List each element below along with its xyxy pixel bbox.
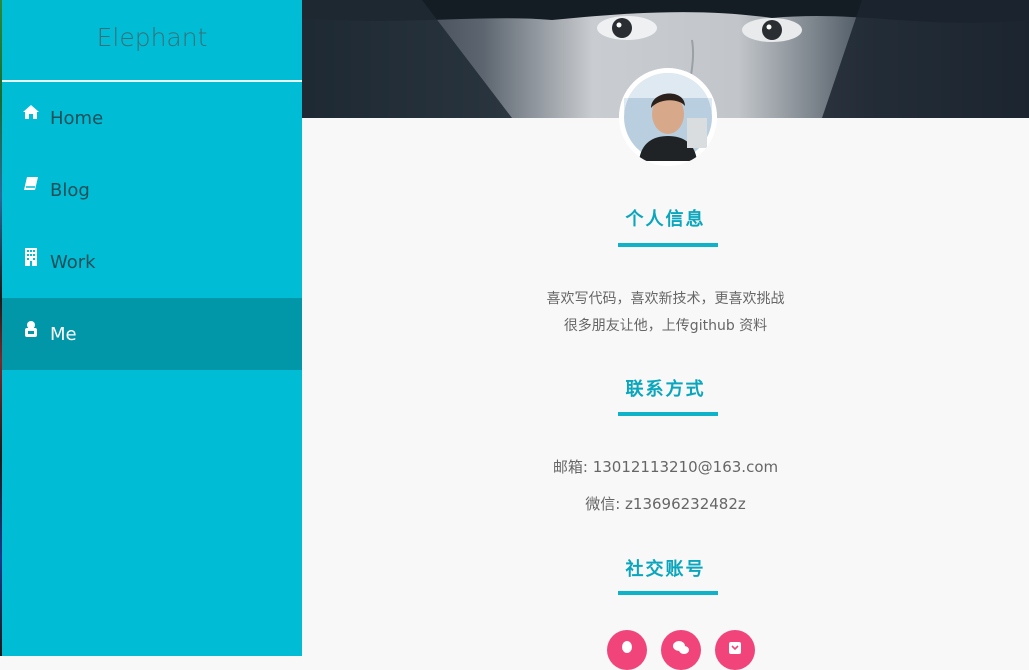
section-title-social: 社交账号	[625, 559, 706, 580]
profile-page: 个人信息 喜欢写代码，喜欢新技术，更喜欢挑战 很多朋友让他，上传github 资…	[302, 0, 1029, 670]
qq-icon	[619, 640, 635, 660]
section-underline	[618, 412, 718, 416]
building-icon	[22, 247, 42, 267]
user-icon	[22, 319, 42, 339]
sidebar-item-blog[interactable]: Blog	[2, 154, 302, 226]
sidebar-item-label: Work	[50, 251, 96, 273]
contact-wechat[interactable]: 微信: z13696232482z	[302, 493, 1029, 514]
wechat-button[interactable]	[661, 630, 701, 670]
section-underline	[618, 243, 718, 247]
bio-line-2: 很多朋友让他，上传github 资料	[563, 318, 768, 334]
section-title-contact: 联系方式	[625, 379, 706, 400]
sidebar: Elephant Home Blog Work Me	[2, 0, 302, 656]
brand-title[interactable]: Elephant	[2, 0, 302, 82]
section-title-personal-info: 个人信息	[625, 209, 706, 230]
contact-email[interactable]: 邮箱: 13012113210@163.com	[302, 456, 1029, 477]
wechat-icon	[672, 640, 690, 660]
qq-button[interactable]	[607, 630, 647, 670]
weibo-icon	[727, 640, 743, 660]
sidebar-item-label: Blog	[50, 179, 90, 201]
bio-line-1: 喜欢写代码，喜欢新技术，更喜欢挑战	[546, 291, 785, 307]
sidebar-item-label: Me	[50, 323, 77, 345]
home-icon	[22, 103, 42, 123]
section-underline	[618, 591, 718, 595]
sidebar-item-label: Home	[50, 107, 104, 129]
avatar[interactable]	[619, 68, 717, 166]
sidebar-nav: Home Blog Work Me	[2, 82, 302, 370]
sidebar-item-work[interactable]: Work	[2, 226, 302, 298]
book-icon	[22, 175, 42, 195]
sidebar-item-home[interactable]: Home	[2, 82, 302, 154]
weibo-button[interactable]	[715, 630, 755, 670]
sidebar-item-me[interactable]: Me	[2, 298, 302, 370]
